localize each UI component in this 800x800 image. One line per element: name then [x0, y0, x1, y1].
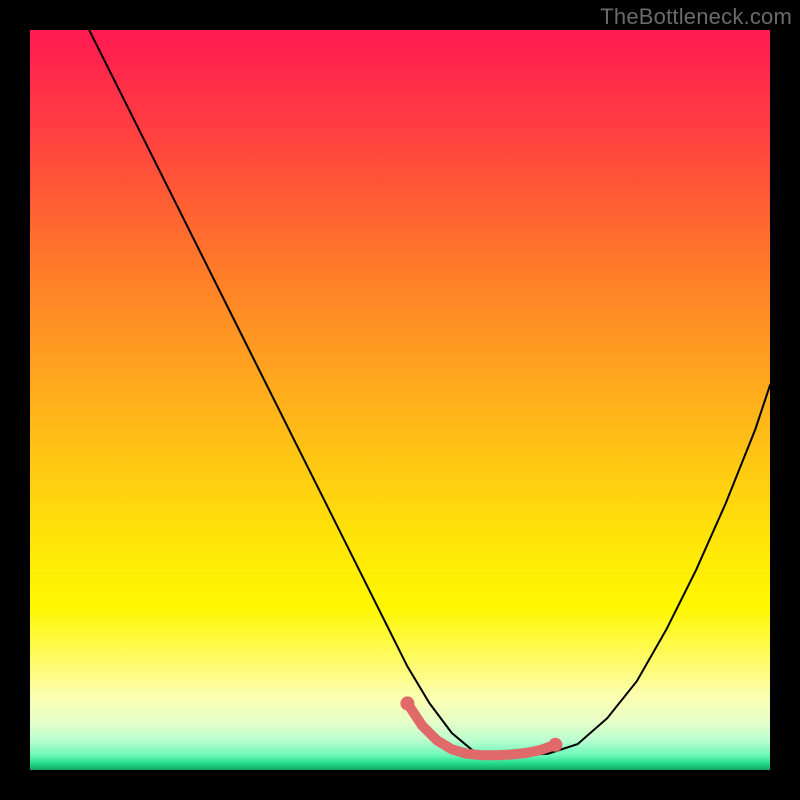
watermark-text: TheBottleneck.com	[600, 4, 792, 30]
series-container	[89, 30, 770, 755]
trough-highlight	[407, 703, 555, 755]
curve-svg	[30, 30, 770, 770]
plot-area	[30, 30, 770, 770]
chart-frame: TheBottleneck.com	[0, 0, 800, 800]
trough-endpoint	[548, 738, 562, 752]
bottleneck-curve	[89, 30, 770, 755]
trough-endpoint	[400, 696, 414, 710]
